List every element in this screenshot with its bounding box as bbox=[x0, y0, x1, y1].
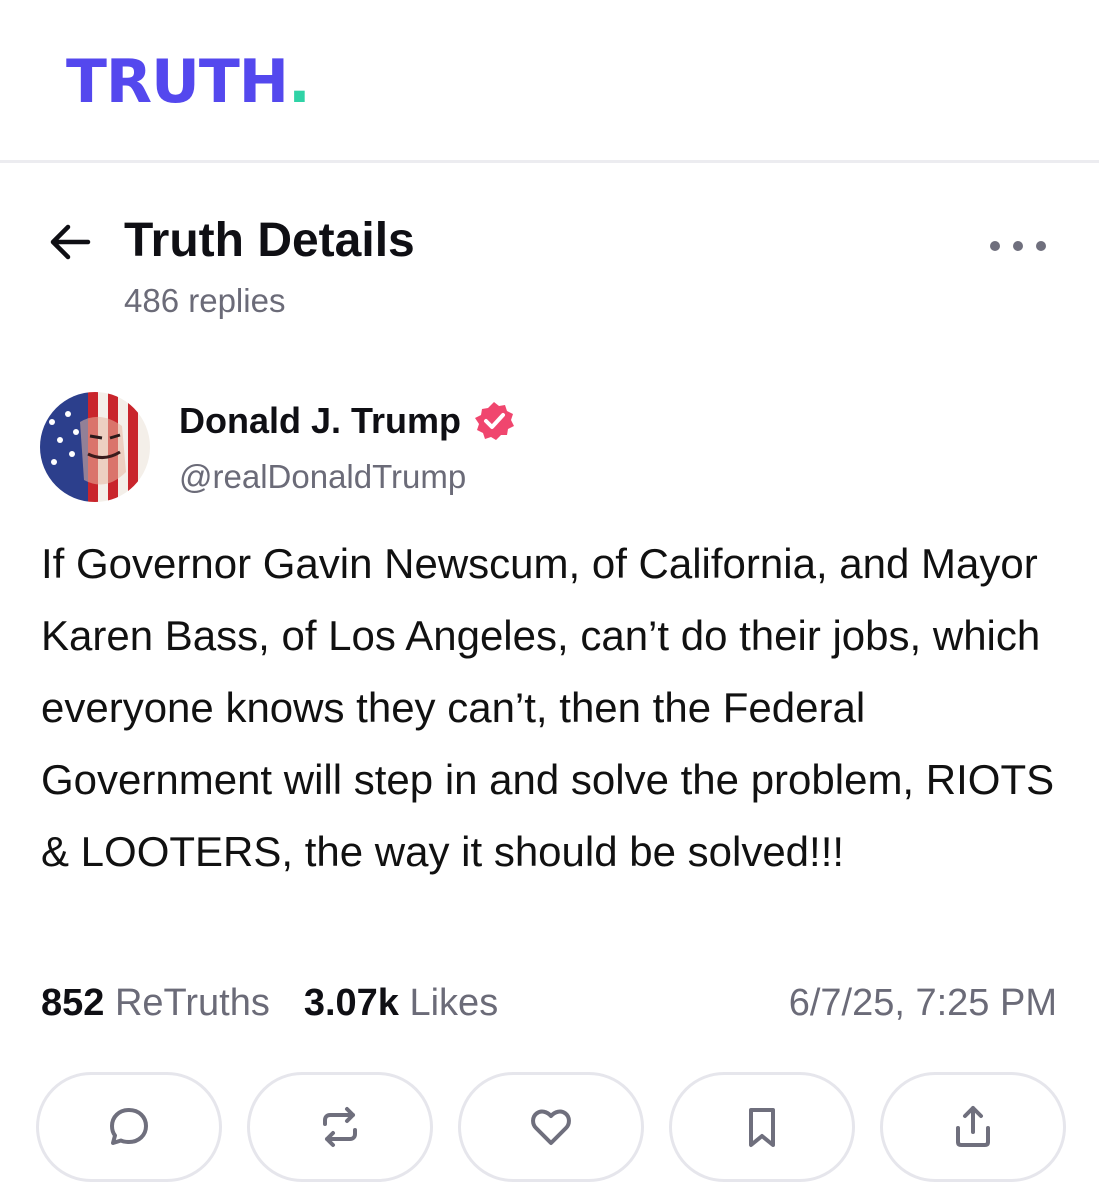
author-name[interactable]: Donald J. Trump bbox=[179, 400, 461, 442]
post-timestamp: 6/7/25, 7:25 PM bbox=[788, 982, 1057, 1024]
top-bar: TRUTH. bbox=[0, 0, 1099, 163]
retruths-count: 852 bbox=[41, 982, 105, 1024]
like-button[interactable] bbox=[458, 1072, 644, 1182]
bookmark-icon bbox=[749, 1108, 775, 1147]
truth-logo[interactable]: TRUTH. bbox=[66, 52, 311, 112]
comment-icon bbox=[110, 1108, 148, 1145]
dot bbox=[1013, 241, 1023, 251]
arrow-left-icon bbox=[50, 224, 91, 260]
post-text: If Governor Gavin Newscum, of California… bbox=[41, 540, 1055, 875]
avatar[interactable] bbox=[40, 392, 150, 502]
retruths-stat[interactable]: 852 ReTruths bbox=[41, 982, 270, 1025]
author-row: Donald J. Trump bbox=[179, 400, 515, 442]
share-icon bbox=[956, 1106, 990, 1147]
author-handle[interactable]: @realDonaldTrump bbox=[179, 458, 466, 496]
verified-badge-icon bbox=[475, 402, 515, 440]
likes-label: Likes bbox=[409, 982, 499, 1024]
more-horizontal-icon bbox=[990, 241, 1000, 251]
likes-count: 3.07k bbox=[303, 982, 399, 1024]
likes-stat[interactable]: 3.07k Likes bbox=[304, 982, 498, 1025]
heart-icon bbox=[531, 1109, 571, 1145]
retruth-button[interactable] bbox=[247, 1072, 433, 1182]
replies-count: 486 replies bbox=[124, 282, 286, 319]
share-button[interactable] bbox=[880, 1072, 1066, 1182]
avatar-image bbox=[40, 392, 150, 502]
dot bbox=[1036, 241, 1046, 251]
post-stats: 852 ReTruths 3.07k Likes bbox=[41, 982, 532, 1025]
retruth-icon bbox=[323, 1107, 357, 1147]
page-title: Truth Details bbox=[124, 214, 415, 267]
reply-button[interactable] bbox=[36, 1072, 222, 1182]
bookmark-button[interactable] bbox=[669, 1072, 855, 1182]
action-bar bbox=[36, 1072, 1066, 1182]
retruths-label: ReTruths bbox=[114, 982, 270, 1024]
back-button[interactable] bbox=[46, 218, 94, 266]
more-options-button[interactable] bbox=[990, 228, 1046, 264]
